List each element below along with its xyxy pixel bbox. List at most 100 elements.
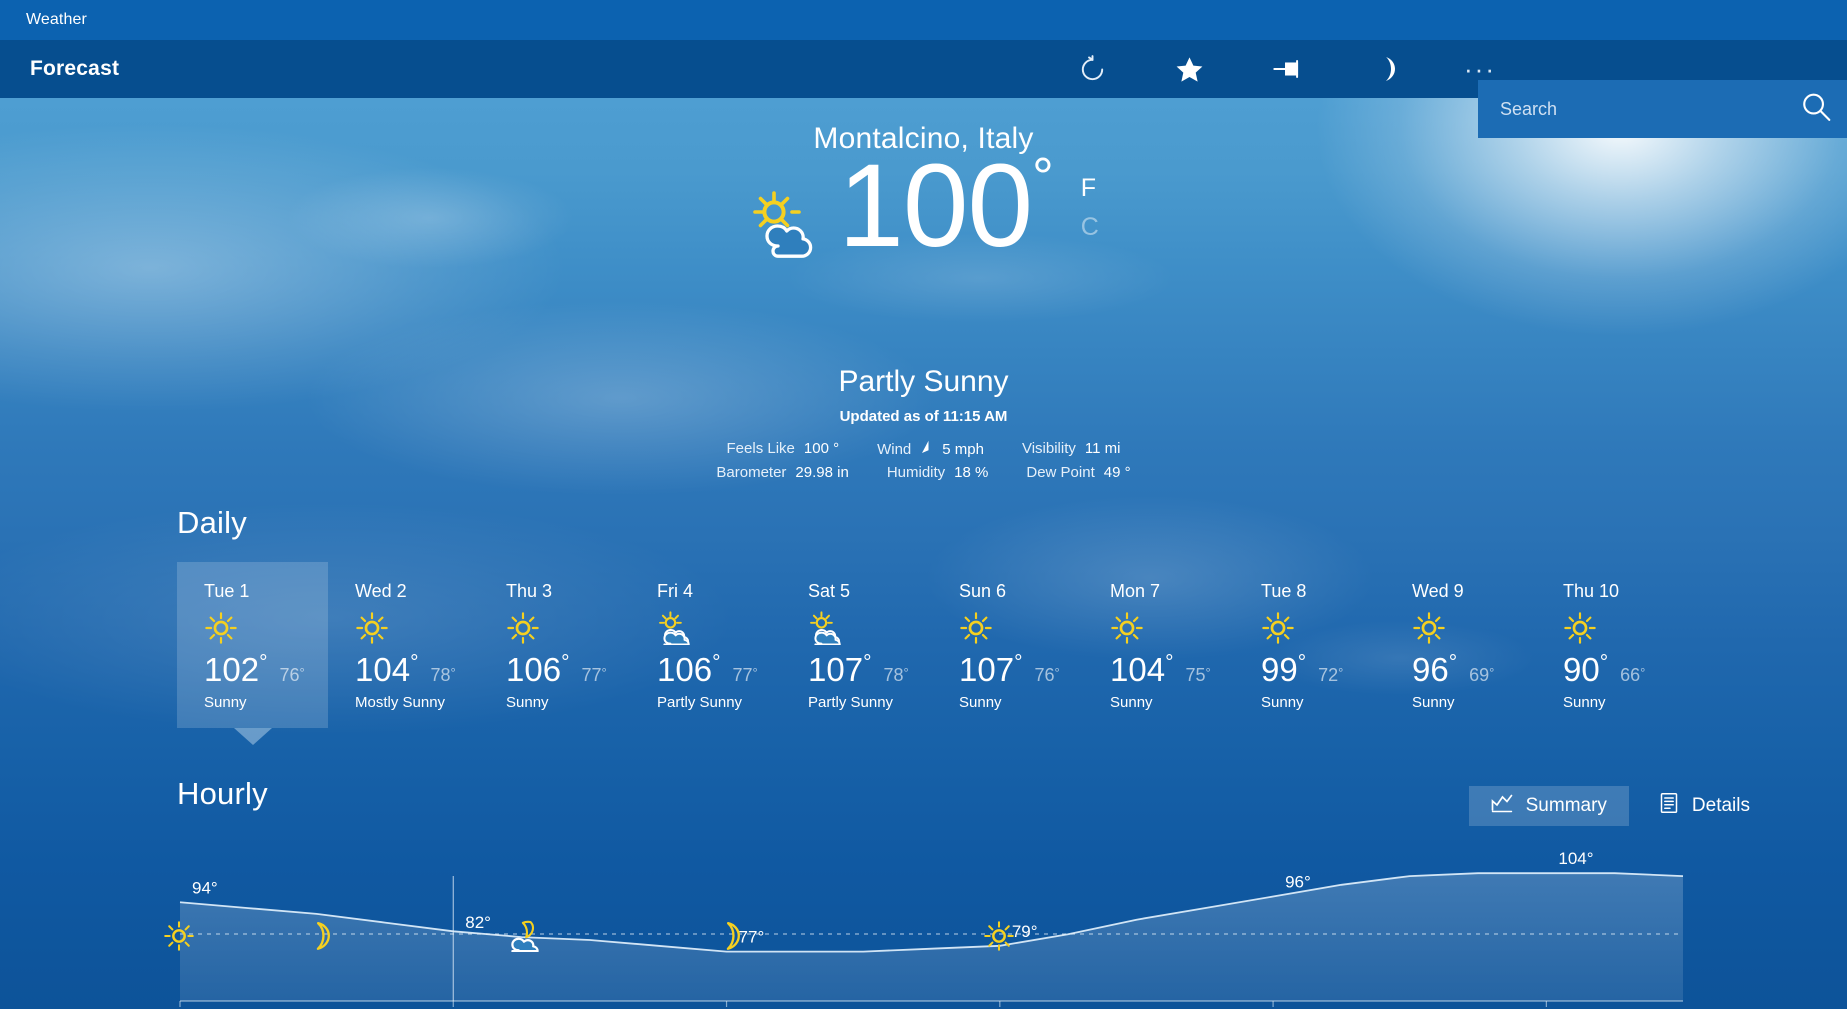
partly-cloudy-night-icon [510,920,539,952]
daily-card-condition: Sunny [1563,694,1606,711]
details-view-button[interactable]: Details [1637,786,1772,826]
stat-label: Wind [877,441,912,458]
daily-forecast-card[interactable]: Tue 1 102° 76° Sunny [177,562,328,745]
partly-sunny-icon [657,611,781,647]
daily-card-high: 99° [1261,651,1307,688]
stat-visibility: Visibility 11 mi [1022,440,1120,458]
stat-label: Visibility [1021,440,1076,457]
stat-label: Barometer [716,464,787,481]
daily-card-condition: Partly Sunny [657,694,743,711]
daily-forecast-card[interactable]: Thu 10 90° 66° Sunny [1536,562,1687,728]
command-bar-actions: ··· [1072,40,1500,98]
moon-icon [1368,54,1398,84]
daily-card-day: Wed 9 [1412,581,1464,601]
daily-card-temps: 107° 78° [808,651,932,689]
unit-toggle: F C [1081,176,1099,240]
daily-card-day: Thu 3 [506,581,553,601]
daily-card-condition: Sunny [506,694,549,711]
chart-value-label: 104° [1558,849,1593,868]
search-icon[interactable] [1799,90,1833,129]
daily-card-low: 69° [1469,665,1495,685]
hourly-chart[interactable]: 94° 82° 77° 79° 96° 104° [0,832,1847,1009]
command-bar: Forecast ··· Search [0,40,1847,138]
daily-card-temps: 90° 66° [1563,651,1687,689]
partly-sunny-icon [748,188,830,263]
forecast-content: Montalcino, Italy 100° F C Partly Sunny … [0,98,1847,1009]
hourly-chart-svg: 94°82°77° 79°96°104° [164,849,1684,1007]
daily-card-day: Tue 8 [1261,581,1307,601]
night-mode-button[interactable] [1363,49,1403,89]
daily-card-low: 75° [1185,665,1211,685]
daily-card-high: 107° [808,651,872,688]
sunny-icon [164,921,194,951]
stats-row-2: Barometer 29.98 in Humidity 18 % Dew Poi… [716,464,1130,481]
daily-forecast-card[interactable]: Sat 5 107° 78° Partly Sunny [781,562,932,728]
stats-row-1: Feels Like 100 ° Wind 5 mph Visibility 1… [727,440,1121,458]
search-input[interactable]: Search [1500,99,1557,120]
daily-card-low: 66° [1620,665,1646,685]
daily-forecast-card[interactable]: Wed 2 104° 78° Mostly Sunny [328,562,479,728]
daily-forecast-card[interactable]: Wed 9 96° 69° Sunny [1385,562,1536,728]
stat-humidity: Humidity 18 % [887,464,989,481]
daily-card-high: 90° [1563,651,1609,688]
daily-card-day: Fri 4 [657,581,693,601]
sunny-icon [984,921,1014,951]
sunny-icon [506,611,630,647]
daily-forecast-card[interactable]: Mon 7 104° 75° Sunny [1083,562,1234,728]
sunny-icon [1110,611,1234,647]
current-conditions-hero: 100° F C [0,140,1847,272]
daily-card-low: 78° [430,665,456,685]
current-temperature: 100° [838,140,1053,272]
unit-fahrenheit[interactable]: F [1081,176,1099,201]
details-view-label: Details [1691,795,1750,816]
sunny-icon [1261,611,1385,647]
stat-value: 18 % [954,464,989,481]
summary-view-label: Summary [1525,795,1607,816]
stat-wind: Wind 5 mph [877,440,984,458]
last-updated-text: Updated as of 11:15 AM [839,408,1008,425]
stat-value: 100 ° [803,440,840,457]
daily-card-condition: Sunny [1110,694,1153,711]
sunny-icon [1563,611,1687,647]
daily-card-condition: Mostly Sunny [355,694,446,711]
stat-dew-point: Dew Point 49 ° [1026,464,1130,481]
chart-area-fill [180,873,1683,1001]
refresh-button[interactable] [1072,49,1112,89]
refresh-icon [1077,54,1108,85]
chart-line-icon [1491,793,1513,819]
stat-value: 11 mi [1084,440,1121,457]
moon-icon [726,922,740,950]
daily-forecast-card[interactable]: Fri 4 106° 77° Partly Sunny [630,562,781,728]
favorites-button[interactable] [1169,49,1209,89]
daily-card-temps: 99° 72° [1261,651,1385,689]
daily-card-condition: Sunny [204,694,247,711]
title-bar: Weather [0,0,1847,40]
moon-icon [316,922,330,950]
stat-barometer: Barometer 29.98 in [716,464,848,481]
unit-celsius[interactable]: C [1081,215,1099,240]
sunny-icon [204,611,328,647]
stat-value: 29.98 in [795,464,849,481]
daily-card-temps: 104° 75° [1110,651,1234,689]
sunny-icon [1412,611,1536,647]
page-title: Forecast [30,57,120,80]
favorite-star-icon [1174,54,1205,85]
list-details-icon [1659,792,1679,820]
stat-label: Humidity [886,464,946,481]
daily-forecast-card[interactable]: Thu 3 106° 77° Sunny [479,562,630,728]
summary-view-button[interactable]: Summary [1468,786,1629,826]
chart-value-label: 94° [192,878,218,897]
daily-card-high: 102° [204,651,268,688]
search-box[interactable]: Search [1478,80,1847,138]
daily-card-condition: Sunny [1412,694,1455,711]
daily-forecast-card[interactable]: Sun 6 107° 76° Sunny [932,562,1083,728]
daily-card-temps: 104° 78° [355,651,479,689]
daily-card-high: 104° [355,651,419,688]
pin-button[interactable] [1266,49,1306,89]
daily-card-condition: Sunny [959,694,1002,711]
daily-card-high: 106° [657,651,721,688]
daily-card-condition: Sunny [1261,694,1304,711]
daily-card-low: 77° [732,665,758,685]
daily-card-low: 76° [279,665,305,685]
daily-forecast-card[interactable]: Tue 8 99° 72° Sunny [1234,562,1385,728]
